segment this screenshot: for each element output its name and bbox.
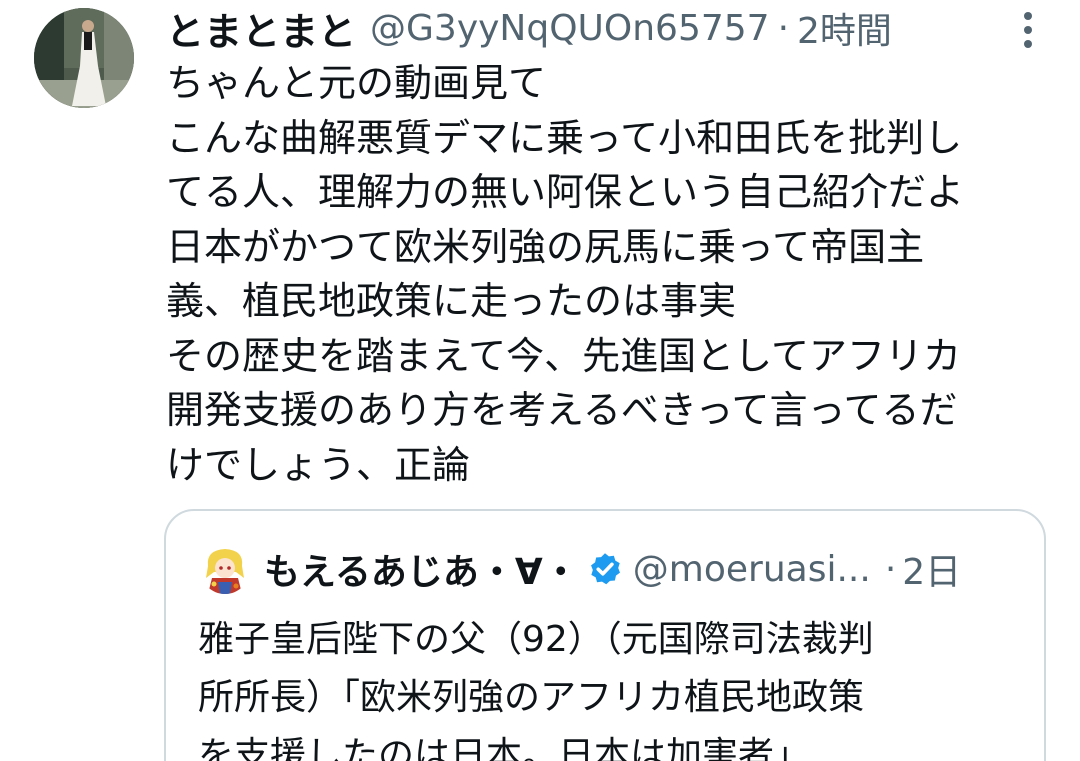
author-avatar[interactable] xyxy=(34,8,134,108)
anime-avatar-icon xyxy=(200,544,250,594)
author-handle[interactable]: @G3yyNqQUOn65757 xyxy=(370,8,770,49)
tweet-text-line: 日本がかつて欧米列強の尻馬に乗って帝国主 xyxy=(166,224,925,269)
quoted-text-line: 所所長）「欧米列強のアフリカ植民地政策 xyxy=(198,677,865,718)
quoted-text-line: を支援したのは日本。日本は加害者」 xyxy=(198,735,811,761)
quoted-author-handle[interactable]: @moeruasi... xyxy=(633,549,871,590)
separator-dot: · xyxy=(777,7,790,49)
quoted-tweet-text: 雅子皇后陛下の父（92）（元国際司法裁判 所所長）「欧米列強のアフリカ植民地政策… xyxy=(198,611,1018,761)
tweet-header: とまとまと @G3yyNqQUOn65757 · 2時間 xyxy=(166,2,892,54)
tweet-text-line: 開発支援のあり方を考えるべきって言ってるだ xyxy=(166,388,958,432)
quoted-tweet-timestamp[interactable]: 2日 xyxy=(902,543,961,595)
quoted-author-display-name[interactable]: もえるあじあ・∀・ xyxy=(264,543,579,595)
tweet[interactable]: とまとまと @G3yyNqQUOn65757 · 2時間 ちゃんと元の動画見て … xyxy=(0,0,1080,761)
profile-photo xyxy=(34,8,134,108)
quoted-author-avatar[interactable] xyxy=(200,544,250,594)
tweet-text-line: 義、植民地政策に走ったのは事実 xyxy=(166,279,737,323)
quoted-text-line: 雅子皇后陛下の父（92）（元国際司法裁判 xyxy=(198,619,874,660)
quoted-tweet-header: もえるあじあ・∀・ @moeruasi... · 2日 xyxy=(200,541,961,597)
tweet-text-line: けでしょう、正論 xyxy=(166,442,471,487)
tweet-text: ちゃんと元の動画見て こんな曲解悪質デマに乗って小和田氏を批判し てる人、理解力… xyxy=(166,56,1056,492)
quoted-tweet-card[interactable]: もえるあじあ・∀・ @moeruasi... · 2日 雅子皇后陛下の父（92）… xyxy=(164,509,1046,761)
tweet-text-line: こんな曲解悪質デマに乗って小和田氏を批判し xyxy=(166,115,963,160)
tweet-text-line: ちゃんと元の動画見て xyxy=(166,61,547,105)
more-vertical-icon[interactable] xyxy=(1016,10,1040,50)
tweet-text-line: その歴史を踏まえて今、先進国としてアフリカ xyxy=(166,333,961,378)
tweet-timestamp[interactable]: 2時間 xyxy=(797,2,892,54)
separator-dot: · xyxy=(884,548,897,590)
tweet-text-line: てる人、理解力の無い阿保という自己紹介だよ xyxy=(166,170,965,214)
author-display-name[interactable]: とまとまと xyxy=(166,1,356,56)
verified-badge-icon xyxy=(590,553,620,585)
